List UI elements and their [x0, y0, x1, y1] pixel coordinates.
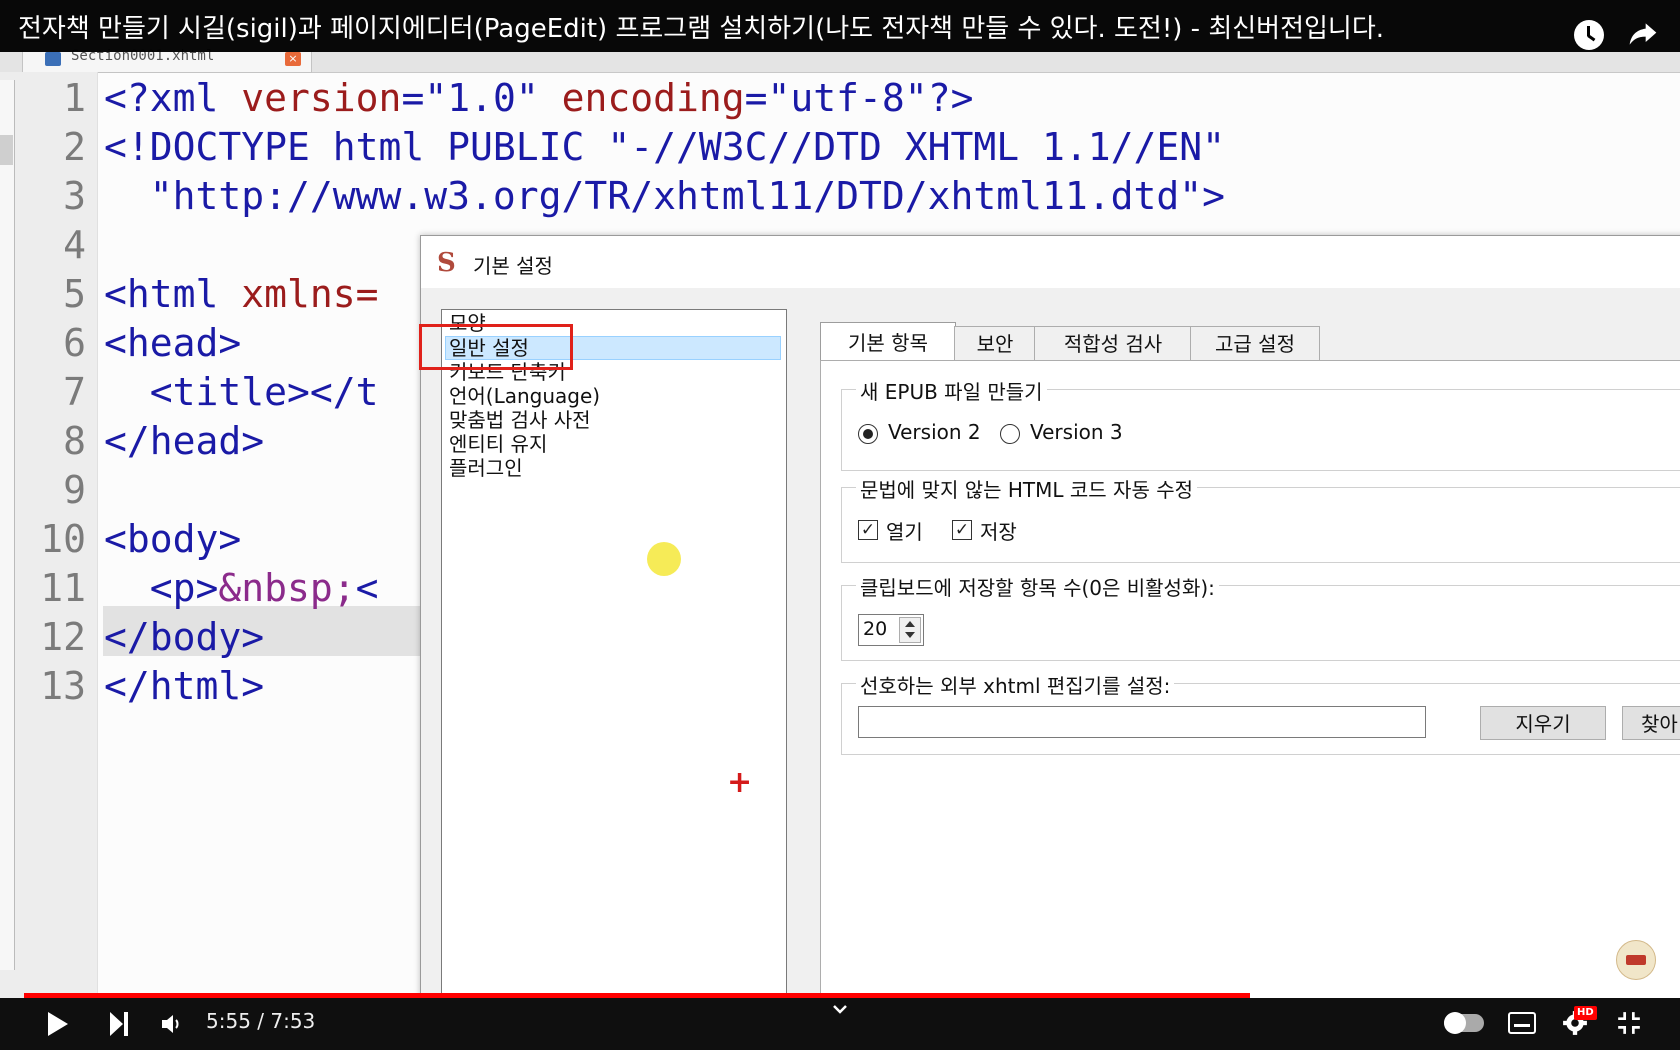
group-auto-fix-html: 문법에 맞지 않는 HTML 코드 자동 수정 ✓ 열기 ✓ 저장 — [841, 474, 1680, 563]
video-frame[interactable]: Section0001.xhtml × 1 2 3 4 5 6 7 8 9 10… — [0, 0, 1680, 1050]
code-line-3[interactable]: "http://www.w3.org/TR/xhtml11/DTD/xhtml1… — [104, 170, 1225, 222]
close-tab-icon[interactable]: × — [285, 52, 301, 66]
category-item-spellcheck[interactable]: 맞춤법 검사 사전 — [449, 408, 591, 432]
code-line-12[interactable]: </body> — [104, 611, 264, 663]
spinbox-value: 20 — [863, 618, 888, 640]
code-token: version — [241, 76, 402, 120]
file-tab[interactable]: Section0001.xhtml × — [22, 48, 312, 73]
clear-button[interactable]: 지우기 — [1480, 706, 1606, 740]
code-token: encoding — [561, 76, 745, 120]
spinbox-arrows-icon[interactable] — [899, 617, 921, 643]
video-title-bar: 전자책 만들기 시길(sigil)과 페이지에디터(PageEdit) 프로그램… — [0, 0, 1680, 52]
radio-label[interactable]: Version 2 — [888, 420, 981, 444]
editor-tab-bar: Section0001.xhtml × — [0, 48, 1680, 73]
tab-advanced[interactable]: 고급 설정 — [1190, 326, 1320, 361]
browse-button[interactable]: 찾아 — [1622, 706, 1680, 740]
category-item-entities[interactable]: 엔티티 유지 — [449, 432, 547, 456]
code-token: <?xml — [104, 76, 242, 120]
line-number: 8 — [63, 419, 86, 463]
code-line-7[interactable]: <title></t — [104, 366, 379, 418]
crosshair-cursor-icon: + — [727, 765, 753, 800]
channel-watermark-logo[interactable] — [1616, 940, 1656, 980]
play-icon[interactable] — [48, 1012, 68, 1036]
line-number: 2 — [63, 125, 86, 169]
code-line-6[interactable]: <head> — [104, 317, 241, 369]
line-number: 6 — [63, 321, 86, 365]
group-title: 새 EPUB 파일 만들기 — [856, 376, 1047, 405]
hd-badge: HD — [1574, 1006, 1597, 1020]
line-number: 7 — [63, 370, 86, 414]
line-number: 4 — [63, 223, 86, 267]
preferences-dialog[interactable]: S 기본 설정 모양 일반 설정 키보드 단축키 언어(Language) 맞춤… — [420, 235, 1680, 1022]
captions-icon[interactable] — [1508, 1012, 1536, 1034]
line-number: 1 — [63, 76, 86, 120]
cursor-highlight — [647, 542, 681, 576]
code-token: "utf-8" — [767, 76, 928, 120]
group-title: 클립보드에 저장할 항목 수(0은 비활성화): — [856, 572, 1219, 601]
group-title: 문법에 맞지 않는 HTML 코드 자동 수정 — [856, 474, 1197, 503]
code-token: "1.0" — [424, 76, 539, 120]
share-icon[interactable] — [1626, 18, 1660, 50]
checkbox-label[interactable]: 저장 — [980, 516, 1017, 545]
category-item-language[interactable]: 언어(Language) — [449, 384, 600, 408]
code-line-10[interactable]: <body> — [104, 513, 241, 565]
clipboard-count-spinbox[interactable]: 20 — [858, 614, 924, 646]
category-list[interactable]: 모양 일반 설정 키보드 단축키 언어(Language) 맞춤법 검사 사전 … — [441, 309, 787, 1011]
code-line-1[interactable]: <?xml version="1.0" encoding="utf-8"?> — [104, 72, 973, 124]
code-token: <html — [104, 272, 242, 316]
code-line-5[interactable]: <html xmlns= — [104, 268, 379, 320]
line-number: 9 — [63, 468, 86, 512]
radio-label[interactable]: Version 3 — [1030, 420, 1123, 444]
tab-panel-basic: 새 EPUB 파일 만들기 Version 2 Version 3 문법에 맞지… — [820, 360, 1680, 1022]
time-display: 5:55 / 7:53 — [206, 1009, 316, 1033]
autoplay-toggle-icon[interactable] — [1444, 1012, 1484, 1034]
exit-fullscreen-icon[interactable] — [1616, 1010, 1642, 1036]
code-token: = — [744, 76, 768, 120]
line-number: 11 — [40, 566, 86, 610]
group-new-epub: 새 EPUB 파일 만들기 Version 2 Version 3 — [841, 376, 1680, 471]
player-controls: 5:55 / 7:53 HD — [0, 998, 1680, 1050]
next-icon[interactable] — [110, 1012, 128, 1036]
code-line-11[interactable]: <p>&nbsp;< — [104, 562, 379, 614]
radio-version-2[interactable] — [858, 424, 878, 444]
external-editor-path-input[interactable] — [858, 706, 1426, 738]
xhtml-file-icon — [45, 52, 61, 66]
chevron-down-icon[interactable] — [830, 1002, 850, 1018]
code-token: &nbsp; — [218, 566, 356, 610]
video-title[interactable]: 전자책 만들기 시길(sigil)과 페이지에디터(PageEdit) 프로그램… — [18, 8, 1384, 45]
line-number: 10 — [40, 517, 86, 561]
code-line-2[interactable]: <!DOCTYPE html PUBLIC "-//W3C//DTD XHTML… — [104, 121, 1225, 173]
line-number: 12 — [40, 615, 86, 659]
checkbox-save[interactable]: ✓ — [952, 520, 972, 540]
annotation-highlight-box — [419, 324, 573, 370]
line-number: 5 — [63, 272, 86, 316]
checkbox-open[interactable]: ✓ — [858, 520, 878, 540]
checkbox-label[interactable]: 열기 — [886, 516, 923, 545]
code-token: ?> — [927, 76, 974, 120]
tab-validation[interactable]: 적합성 검사 — [1034, 326, 1192, 361]
tab-basic[interactable]: 기본 항목 — [820, 322, 956, 361]
sigil-logo-icon: S — [437, 248, 456, 278]
volume-icon[interactable] — [160, 1012, 184, 1036]
code-line-8[interactable]: </head> — [104, 415, 264, 467]
watch-later-icon[interactable] — [1574, 20, 1604, 50]
group-external-editor: 선호하는 외부 xhtml 편집기를 설정: 지우기 찾아 — [841, 670, 1680, 755]
group-title: 선호하는 외부 xhtml 편집기를 설정: — [856, 670, 1175, 699]
group-clipboard: 클립보드에 저장할 항목 수(0은 비활성화): 20 — [841, 572, 1680, 661]
code-token: xmlns= — [241, 272, 379, 316]
tab-security[interactable]: 보안 — [954, 326, 1036, 361]
radio-version-3[interactable] — [1000, 424, 1020, 444]
code-token: = — [401, 76, 425, 120]
code-token: <p> — [104, 566, 219, 610]
dialog-titlebar[interactable]: S 기본 설정 — [421, 236, 1680, 288]
line-number: 3 — [63, 174, 86, 218]
code-line-13[interactable]: </html> — [104, 660, 264, 712]
line-number: 13 — [40, 664, 86, 708]
code-token: < — [355, 566, 379, 610]
category-item-plugins[interactable]: 플러그인 — [449, 456, 523, 480]
dialog-title: 기본 설정 — [473, 254, 553, 278]
